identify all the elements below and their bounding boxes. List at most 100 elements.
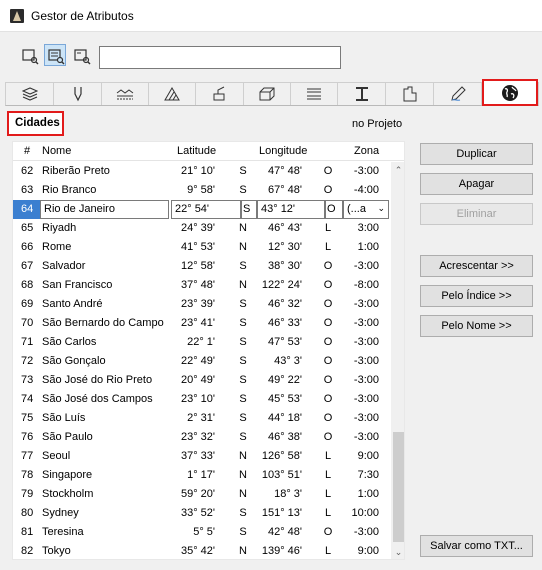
tab-profiles[interactable] — [338, 83, 386, 105]
list-view-button[interactable] — [18, 44, 40, 66]
delete-button[interactable]: Apagar — [420, 173, 533, 195]
time-zone: -3:00 — [353, 317, 379, 329]
time-zone-select[interactable]: (...a ⌄ — [343, 200, 389, 219]
search-input[interactable] — [99, 46, 341, 69]
detail-view-icon — [74, 49, 91, 65]
grid-view-button[interactable] — [44, 44, 66, 66]
table-row[interactable]: 80 Sydney 33° 52' S 151° 13' L 10:00 — [13, 504, 391, 523]
time-zone: -3:00 — [353, 374, 379, 386]
row-number: 68 — [21, 279, 34, 291]
duplicate-button[interactable]: Duplicar — [420, 143, 533, 165]
time-zone: -3:00 — [353, 336, 379, 348]
longitude-value: 47° 48' — [267, 165, 302, 177]
latitude-direction: S — [239, 412, 247, 424]
city-name-input[interactable]: Rio de Janeiro — [40, 200, 169, 219]
window-title: Gestor de Atributos — [31, 9, 134, 23]
zone-category-icon — [403, 86, 416, 102]
latitude-input[interactable]: 22° 54' — [171, 200, 241, 219]
scroll-up-icon[interactable]: ⌃ — [391, 162, 404, 179]
time-zone: -3:00 — [353, 412, 379, 424]
building-materials-icon — [259, 87, 275, 101]
tab-composites[interactable] — [291, 83, 338, 105]
table-row[interactable]: 65 Riyadh 24° 39' N 46° 43' L 3:00 — [13, 219, 391, 238]
table-row[interactable]: 75 São Luís 2° 31' S 44° 18' O -3:00 — [13, 409, 391, 428]
table-row-editing[interactable]: 64 Rio de Janeiro 22° 54' S 43° 12' O (.… — [13, 200, 391, 219]
scrollbar-thumb[interactable] — [393, 432, 404, 542]
city-name: São Carlos — [42, 336, 97, 348]
composites-icon — [307, 88, 321, 100]
header-name[interactable]: Nome — [42, 145, 71, 157]
tab-line-types[interactable] — [102, 83, 149, 105]
scroll-down-icon[interactable]: ⌄ — [391, 544, 404, 559]
latitude-value: 23° 41' — [180, 317, 215, 329]
table-row[interactable]: 81 Teresina 5° 5' S 42° 48' O -3:00 — [13, 523, 391, 542]
tab-markup[interactable] — [434, 83, 482, 105]
remove-button[interactable]: Eliminar — [420, 203, 533, 225]
list-view-icon — [22, 49, 39, 65]
latitude-direction: S — [239, 355, 247, 367]
time-zone: 10:00 — [351, 507, 379, 519]
longitude-value: 18° 3' — [274, 488, 302, 500]
save-as-txt-button[interactable]: Salvar como TXT... — [420, 535, 533, 557]
table-row[interactable]: 63 Rio Branco 9° 58' S 67° 48' O -4:00 — [13, 181, 391, 200]
row-number: 82 — [21, 545, 34, 557]
latitude-direction-select[interactable]: S — [241, 200, 257, 219]
tab-building-materials[interactable] — [244, 83, 291, 105]
table-row[interactable]: 77 Seoul 37° 33' N 126° 58' L 9:00 — [13, 447, 391, 466]
table-row[interactable]: 62 Riberão Preto 21° 10' S 47° 48' O -3:… — [13, 162, 391, 181]
longitude-direction: O — [323, 317, 333, 329]
tab-layers[interactable] — [6, 83, 54, 105]
longitude-value: 42° 48' — [267, 526, 302, 538]
table-row[interactable]: 82 Tokyo 35° 42' N 139° 46' L 9:00 — [13, 542, 391, 559]
latitude-value: 23° 39' — [180, 298, 215, 310]
by-index-button[interactable]: Pelo Índice >> — [420, 285, 533, 307]
row-number: 81 — [21, 526, 34, 538]
table-row[interactable]: 67 Salvador 12° 58' S 38° 30' O -3:00 — [13, 257, 391, 276]
tab-surfaces[interactable] — [196, 83, 244, 105]
header-number[interactable]: # — [24, 145, 30, 157]
time-zone: -3:00 — [353, 431, 379, 443]
table-row[interactable]: 76 São Paulo 23° 32' S 46° 38' O -3:00 — [13, 428, 391, 447]
markup-icon — [450, 86, 466, 101]
table-row[interactable]: 66 Rome 41° 53' N 12° 30' L 1:00 — [13, 238, 391, 257]
row-number: 75 — [21, 412, 34, 424]
tab-cities[interactable] — [482, 79, 538, 106]
table-row[interactable]: 74 São José dos Campos 23° 10' S 45° 53'… — [13, 390, 391, 409]
longitude-value: 67° 48' — [267, 184, 302, 196]
latitude-value: 2° 31' — [187, 412, 215, 424]
table-row[interactable]: 72 São Gonçalo 22° 49' S 43° 3' O -3:00 — [13, 352, 391, 371]
table-row[interactable]: 78 Singapore 1° 17' N 103° 51' L 7:30 — [13, 466, 391, 485]
tab-pens[interactable] — [54, 83, 102, 105]
table-row[interactable]: 70 São Bernardo do Campo 23° 41' S 46° 3… — [13, 314, 391, 333]
header-zone[interactable]: Zona — [354, 145, 379, 157]
table-row[interactable]: 79 Stockholm 59° 20' N 18° 3' L 1:00 — [13, 485, 391, 504]
append-button[interactable]: Acrescentar >> — [420, 255, 533, 277]
city-name: São Paulo — [42, 431, 93, 443]
tab-zone-categories[interactable] — [386, 83, 434, 105]
table-row[interactable]: 73 São José do Rio Preto 20° 49' S 49° 2… — [13, 371, 391, 390]
latitude-value: 9° 58' — [187, 184, 215, 196]
time-zone: 1:00 — [357, 488, 379, 500]
longitude-input[interactable]: 43° 12' — [257, 200, 325, 219]
latitude-value: 23° 10' — [180, 393, 215, 405]
table-row[interactable]: 71 São Carlos 22° 1' S 47° 53' O -3:00 — [13, 333, 391, 352]
table-row[interactable]: 68 San Francisco 37° 48' N 122° 24' O -8… — [13, 276, 391, 295]
city-name: São José do Rio Preto — [42, 374, 153, 386]
longitude-direction-select[interactable]: O — [325, 200, 343, 219]
by-name-button[interactable]: Pelo Nome >> — [420, 315, 533, 337]
vertical-scrollbar[interactable]: ⌃ ⌄ — [391, 162, 404, 559]
header-longitude[interactable]: Longitude — [259, 145, 307, 157]
city-name: Sydney — [42, 507, 79, 519]
latitude-value: 35° 42' — [180, 545, 215, 557]
table-row[interactable]: 69 Santo André 23° 39' S 46° 32' O -3:00 — [13, 295, 391, 314]
latitude-direction: S — [239, 393, 247, 405]
row-number: 76 — [21, 431, 34, 443]
latitude-direction: S — [239, 317, 247, 329]
latitude-direction: S — [239, 260, 247, 272]
header-latitude[interactable]: Latitude — [177, 145, 216, 157]
tab-fills[interactable] — [149, 83, 196, 105]
latitude-direction: S — [239, 184, 247, 196]
time-zone: -3:00 — [353, 165, 379, 177]
detail-view-button[interactable] — [70, 44, 92, 66]
latitude-value: 22° 1' — [187, 336, 215, 348]
